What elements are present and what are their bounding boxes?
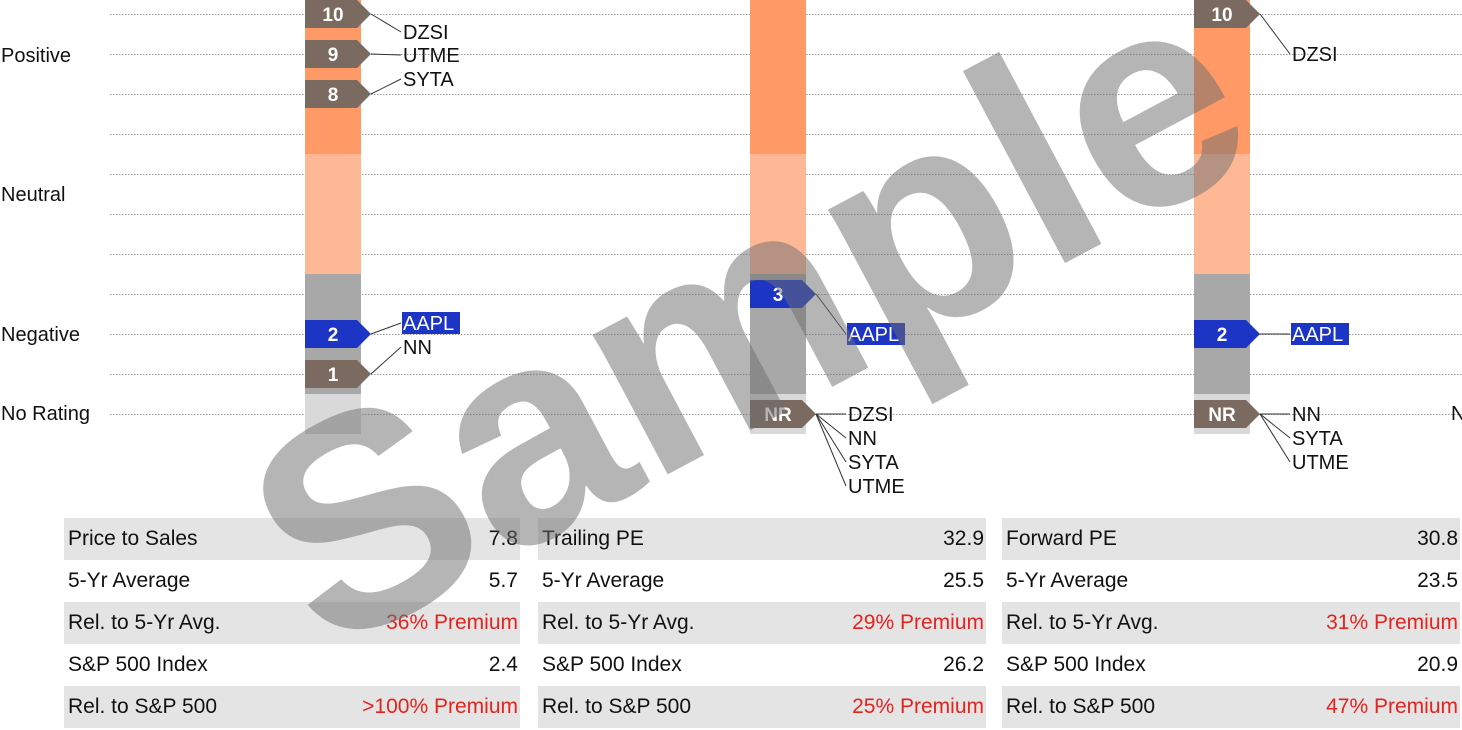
ticker-label-aapl: AAPL — [1292, 324, 1343, 346]
score-marker-nr: NR NNSYTAUTME — [1194, 400, 1349, 474]
table-row: Price to Sales 7.8 — [64, 518, 520, 560]
row-value: 32.9 — [943, 527, 984, 550]
row-value: 5.7 — [488, 569, 518, 592]
row-value: 2.4 — [488, 653, 518, 676]
table-row: S&P 500 Index 26.2 — [538, 644, 986, 686]
rating-bar-2 — [750, 0, 806, 434]
score-marker-2: 2 AAPL — [1194, 320, 1349, 348]
valuation-table-1: Price to Sales 7.8 5-Yr Average 5.7 Rel. to … — [64, 518, 520, 728]
row-value: 23.5 — [1417, 569, 1458, 592]
row-value: 26.2 — [943, 653, 984, 676]
marker-score-label: 2 — [328, 325, 339, 346]
score-markers: 10DZSI9 UTME8SYTA2AAPL1NN3AAPLNR DZSINNSYT… — [305, 0, 1349, 498]
row-label: 5-Yr Average — [68, 569, 191, 592]
marker-score-label: NR — [1208, 405, 1236, 426]
marker-score-label: NR — [764, 405, 792, 426]
ticker-label-nn: NN — [848, 428, 877, 450]
row-label: Rel. to S&P 500 — [1006, 695, 1156, 718]
row-value: 47% Premium — [1326, 695, 1458, 718]
valuation-table-3: Forward PE 30.8 5-Yr Average 23.5 Rel. to 5-… — [1002, 518, 1460, 728]
ticker-label-aapl: AAPL — [848, 324, 899, 346]
table-row: Trailing PE 32.9 — [538, 518, 986, 560]
ticker-label-syta: SYTA — [848, 452, 899, 474]
ticker-label-dzsi: DZSI — [1292, 44, 1338, 66]
row-label: 5-Yr Average — [1006, 569, 1129, 592]
band-no-rating — [305, 394, 361, 434]
band-positive — [750, 0, 806, 154]
row-label: S&P 500 Index — [542, 653, 682, 676]
marker-score-label: 9 — [328, 45, 339, 66]
table-row: S&P 500 Index 20.9 — [1002, 644, 1460, 686]
table-row: Rel. to 5-Yr Avg. 29% Premium — [538, 602, 986, 644]
row-value: 25.5 — [943, 569, 984, 592]
callout-line — [370, 322, 402, 335]
rating-label-positive: Positive — [1, 45, 71, 67]
rating-label-neutral: Neutral — [1, 184, 65, 206]
callout-line — [1259, 413, 1291, 439]
table-row: Rel. to S&P 500 25% Premium — [538, 686, 986, 728]
callout-line — [815, 413, 847, 463]
row-value: 30.8 — [1417, 527, 1458, 550]
ticker-label-nn: NN — [1292, 404, 1321, 426]
table-row: Rel. to S&P 500 >100% Premium — [64, 686, 520, 728]
row-label: 5-Yr Average — [542, 569, 665, 592]
table-row: 5-Yr Average 23.5 — [1002, 560, 1460, 602]
table-row: S&P 500 Index 2.4 — [64, 644, 520, 686]
ticker-label-aapl: AAPL — [403, 313, 454, 335]
table-row: Forward PE 30.8 — [1002, 518, 1460, 560]
ticker-label-dzsi: DZSI — [403, 22, 449, 44]
table-row: Rel. to S&P 500 47% Premium — [1002, 686, 1460, 728]
row-value: 7.8 — [488, 527, 518, 550]
callout-line — [1259, 13, 1291, 55]
ticker-label-dzsi: DZSI — [848, 404, 894, 426]
ticker-label-utme: UTME — [1292, 452, 1349, 474]
row-label: Rel. to S&P 500 — [542, 695, 692, 718]
marker-score-label: 1 — [328, 365, 339, 386]
row-value: 29% Premium — [852, 611, 984, 634]
row-label: Price to Sales — [68, 527, 198, 550]
table-row: Rel. to 5-Yr Avg. 31% Premium — [1002, 602, 1460, 644]
marker-score-label: 8 — [328, 85, 339, 106]
row-value: 25% Premium — [852, 695, 984, 718]
rating-bar-3 — [1194, 0, 1250, 434]
table-row: Rel. to 5-Yr Avg. 36% Premium — [64, 602, 520, 644]
table-row: 5-Yr Average 25.5 — [538, 560, 986, 602]
row-label: S&P 500 Index — [1006, 653, 1146, 676]
row-label: Rel. to 5-Yr Avg. — [68, 611, 221, 634]
marker-score-label: 10 — [1211, 5, 1232, 26]
rating-label-negative: Negative — [1, 324, 80, 346]
callout-line — [370, 346, 402, 375]
marker-score-label: 10 — [322, 5, 343, 26]
row-value: 36% Premium — [386, 611, 518, 634]
valuation-table-2: Trailing PE 32.9 5-Yr Average 25.5 Rel. to 5… — [538, 518, 986, 728]
row-value: 31% Premium — [1326, 611, 1458, 634]
ticker-label-nn: NN — [403, 337, 432, 359]
row-value: >100% Premium — [362, 695, 518, 718]
cut-off-label-right: N — [1451, 403, 1462, 425]
callout-line — [1259, 413, 1291, 463]
ticker-label-syta: SYTA — [1292, 428, 1343, 450]
valuation-chart: Positive Neutral Negative No Rating N 10… — [1, 0, 1462, 498]
callout-line — [815, 293, 847, 335]
callout-line — [370, 78, 402, 95]
callout-line — [370, 13, 402, 33]
marker-score-label: 3 — [773, 285, 784, 306]
row-label: S&P 500 Index — [68, 653, 208, 676]
marker-score-label: 2 — [1217, 325, 1228, 346]
row-label: Rel. to 5-Yr Avg. — [1006, 611, 1159, 634]
ticker-label-utme: UTME — [403, 45, 460, 67]
ticker-label-syta: SYTA — [403, 69, 454, 91]
callout-line — [815, 413, 847, 487]
row-label: Rel. to S&P 500 — [68, 695, 218, 718]
ticker-label-utme: UTME — [848, 476, 905, 498]
row-label: Trailing PE — [542, 527, 644, 550]
table-row: 5-Yr Average 5.7 — [64, 560, 520, 602]
score-marker-9: 9 UTME — [305, 40, 460, 68]
row-label: Forward PE — [1006, 527, 1117, 550]
row-label: Rel. to 5-Yr Avg. — [542, 611, 695, 634]
rating-label-no-rating: No Rating — [1, 403, 90, 425]
row-value: 20.9 — [1417, 653, 1458, 676]
